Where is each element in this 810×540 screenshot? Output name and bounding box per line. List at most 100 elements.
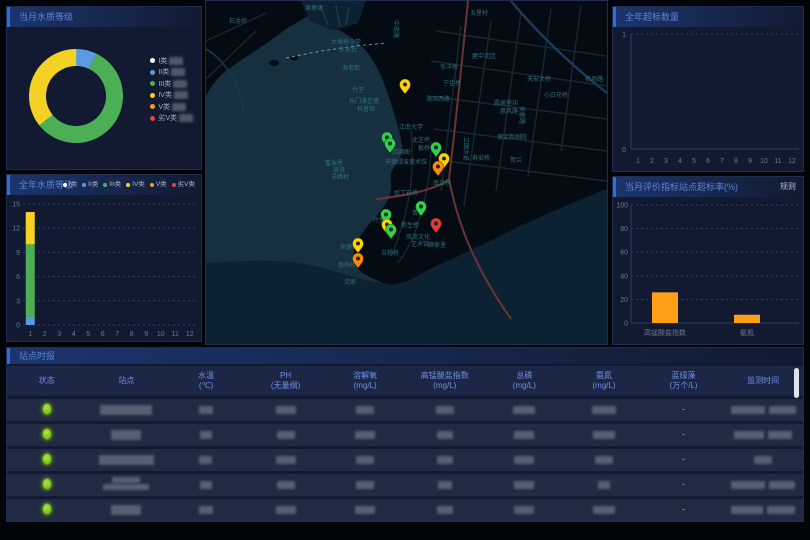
year-quality-legend: I类 II类 III类 IV类 V类劣V类	[63, 175, 195, 195]
value-redacted	[438, 481, 452, 489]
legend-item-IV类[interactable]: IV类	[150, 90, 193, 102]
legend-item-II类[interactable]: II类	[82, 175, 98, 195]
legend-item-V类[interactable]: V类	[150, 175, 167, 195]
exceed-count-chart: 10123456789101112	[613, 27, 803, 171]
time-redacted	[769, 481, 795, 489]
legend-dot	[150, 81, 155, 86]
svg-text:6: 6	[706, 158, 710, 165]
legend-item-劣V类[interactable]: 劣V类	[172, 175, 195, 195]
time-redacted	[767, 506, 795, 514]
legend-label: IV类	[158, 90, 172, 100]
rules-link[interactable]: 规则	[780, 177, 796, 197]
time-redacted	[734, 431, 764, 439]
table-scrollbar-thumb[interactable]	[794, 368, 799, 398]
column-header-站点: 站点	[87, 376, 167, 386]
legend-dot	[126, 183, 130, 187]
redacted-value	[174, 91, 188, 99]
legend-item-II类[interactable]: II类	[150, 67, 193, 79]
city-map[interactable]: 石龙岭渔寮场中岛路大境巷小学义躬社海老街竹子五星村屋中北区东洋桥宁佳桥海滨西路长…	[206, 1, 607, 344]
legend-dot	[103, 183, 107, 187]
status-dot	[42, 453, 52, 465]
legend-item-V类[interactable]: V类	[150, 101, 193, 113]
svg-text:7: 7	[115, 331, 119, 338]
map-label: 天棚绿波美术馆	[385, 158, 427, 166]
table-row-2[interactable]: -	[7, 424, 803, 446]
value-redacted	[276, 506, 296, 514]
time-redacted	[731, 406, 765, 414]
map-label: 回澜阁	[392, 148, 410, 156]
map-label: 石龙岭	[229, 17, 247, 25]
svg-text:12: 12	[788, 158, 796, 165]
value-redacted	[514, 506, 534, 514]
svg-text:5: 5	[692, 158, 696, 165]
svg-text:3: 3	[664, 158, 668, 165]
svg-text:10: 10	[157, 331, 165, 338]
status-dot	[42, 478, 52, 490]
map-label: 羊蹄村	[331, 173, 349, 181]
exceed-rate-chart: 020406080100高锰酸盐指数氨氮	[613, 197, 803, 344]
rate-bar-高锰酸盐指数[interactable]	[652, 292, 678, 323]
time-redacted	[769, 406, 796, 414]
legend-label: I类	[69, 175, 77, 195]
svg-text:1: 1	[636, 158, 640, 165]
map-label: 板桥	[418, 144, 430, 152]
svg-text:高锰酸盐指数: 高锰酸盐指数	[644, 328, 686, 337]
table-column-header: 状态站点水温(℃)PH(无量纲)溶解氧(mg/L)高锰酸盐指数(mg/L)总磷(…	[7, 366, 803, 396]
legend-item-IV类[interactable]: IV类	[126, 175, 145, 195]
map-label: 义躬社	[339, 46, 357, 54]
map-label: 贺兰	[510, 156, 522, 164]
algae-value: -	[682, 479, 685, 489]
table-row-1[interactable]: -	[7, 399, 803, 421]
table-row-5[interactable]: -	[7, 499, 803, 521]
column-header-监测时间: 监测时间	[723, 376, 803, 386]
value-redacted	[276, 406, 296, 414]
stack-bar-II类[interactable]	[26, 317, 35, 325]
column-header-状态: 状态	[7, 376, 87, 386]
legend-item-III类[interactable]: III类	[103, 175, 121, 195]
value-redacted	[199, 506, 213, 514]
panel-exceed-rate-title: 当月评价指标站点超标率(%)	[625, 182, 738, 192]
svg-text:7: 7	[720, 158, 724, 165]
station-name-redacted	[103, 477, 149, 490]
algae-value: -	[682, 404, 685, 414]
map-label: 海老街	[342, 64, 360, 72]
map-label: 南立桥	[433, 179, 451, 187]
svg-text:0: 0	[622, 147, 626, 154]
svg-text:80: 80	[620, 226, 628, 233]
table-row-4[interactable]: -	[7, 474, 803, 496]
svg-text:8: 8	[130, 331, 134, 338]
table-row-3[interactable]: -	[7, 449, 803, 471]
value-redacted	[277, 431, 295, 439]
rate-bar-氨氮[interactable]	[734, 315, 760, 323]
value-redacted	[598, 481, 610, 489]
map-label: 后丁石桥	[394, 189, 418, 197]
legend-item-劣V类[interactable]: 劣V类	[150, 113, 193, 125]
map-label: 艺术馆	[411, 240, 429, 248]
column-header-水温: 水温(℃)	[166, 371, 246, 391]
legend-dot	[150, 93, 155, 98]
map-label: 小白花桥	[544, 91, 568, 99]
value-redacted	[437, 506, 453, 514]
panel-month-quality-title: 当月水质等级	[7, 7, 201, 27]
status-dot	[42, 403, 52, 415]
value-redacted	[513, 406, 535, 414]
legend-item-I类[interactable]: I类	[150, 55, 193, 67]
value-redacted	[199, 456, 212, 464]
stack-bar-IV类[interactable]	[26, 212, 35, 244]
map-label: 五星村	[470, 9, 488, 17]
value-redacted	[356, 406, 374, 414]
map-label: 渔寮场	[305, 4, 323, 12]
legend-dot	[63, 183, 67, 187]
station-name-redacted	[100, 405, 152, 415]
svg-text:12: 12	[186, 331, 194, 338]
legend-label: II类	[158, 67, 169, 77]
table-body: - - - - -	[7, 399, 803, 521]
map-label: 科普馆	[357, 105, 375, 113]
map-label: 屋中北区	[472, 52, 496, 60]
legend-item-III类[interactable]: III类	[150, 78, 193, 90]
map-label: 寿安桥	[472, 154, 490, 162]
legend-item-I类[interactable]: I类	[63, 175, 77, 195]
redacted-value	[173, 80, 187, 88]
column-header-PH: PH(无量纲)	[246, 371, 326, 391]
stack-bar-III类[interactable]	[26, 244, 35, 317]
